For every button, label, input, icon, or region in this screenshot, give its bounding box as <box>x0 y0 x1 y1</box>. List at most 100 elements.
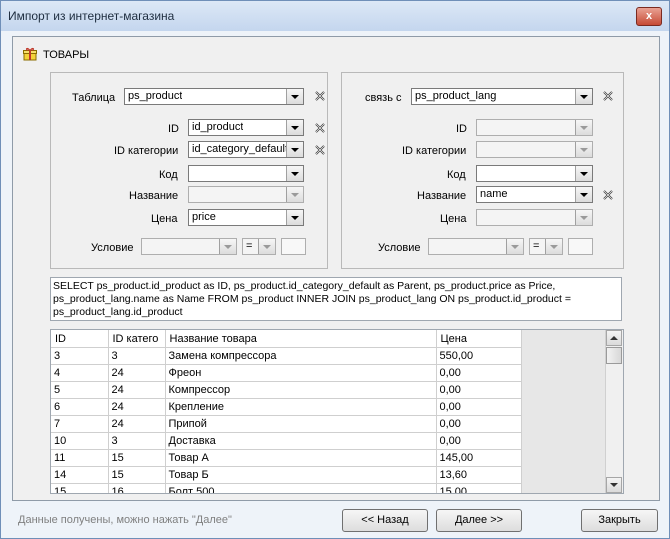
column-header-name[interactable]: Название товара <box>165 330 437 348</box>
table-select[interactable]: ps_product <box>124 88 304 105</box>
next-button[interactable]: Далее >> <box>436 509 522 532</box>
condition-label: Условие <box>91 242 134 254</box>
cell-category: 24 <box>108 398 166 416</box>
linked-condition-operator-select[interactable]: = <box>529 238 563 255</box>
linked-condition-field-select[interactable] <box>428 238 524 255</box>
cell-id: 11 <box>51 449 109 467</box>
cell-category: 24 <box>108 381 166 399</box>
chevron-down-icon[interactable] <box>575 210 592 225</box>
cell-name: Товар А <box>165 449 437 467</box>
name-label: Название <box>129 190 179 202</box>
cell-id: 15 <box>51 483 109 493</box>
back-button[interactable]: << Назад <box>342 509 428 532</box>
table-row[interactable]: 15 16 Болт 500 15,00 <box>51 483 522 493</box>
cell-name: Товар Б <box>165 466 437 484</box>
cell-id: 7 <box>51 415 109 433</box>
cell-price: 0,00 <box>436 381 522 399</box>
id-select[interactable]: id_product <box>188 119 304 136</box>
column-header-category[interactable]: ID катего <box>108 330 166 348</box>
cell-name: Компрессор <box>165 381 437 399</box>
table-row[interactable]: 4 24 Фреон 0,00 <box>51 364 522 382</box>
column-header-id[interactable]: ID <box>51 330 109 348</box>
cell-id: 14 <box>51 466 109 484</box>
cell-category: 24 <box>108 364 166 382</box>
linked-code-select[interactable] <box>476 165 593 182</box>
column-header-price[interactable]: Цена <box>436 330 522 348</box>
window-title: Импорт из интернет-магазина <box>8 9 175 23</box>
clear-table-icon[interactable] <box>314 90 326 102</box>
chevron-down-icon[interactable] <box>506 239 523 254</box>
linked-name-select[interactable]: name <box>476 186 593 203</box>
name-select[interactable] <box>188 186 304 203</box>
scroll-up-icon[interactable] <box>606 330 622 346</box>
table-row[interactable]: 11 15 Товар А 145,00 <box>51 449 522 467</box>
table-header-row: ID ID катего Название товара Цена <box>51 330 522 348</box>
cell-category: 3 <box>108 432 166 450</box>
cell-price: 550,00 <box>436 347 522 365</box>
chevron-down-icon[interactable] <box>219 239 236 254</box>
chevron-down-icon[interactable] <box>575 89 592 104</box>
link-table-select[interactable]: ps_product_lang <box>411 88 593 105</box>
scroll-down-icon[interactable] <box>606 477 622 493</box>
linked-category-select[interactable] <box>476 141 593 158</box>
id-label: ID <box>168 123 179 135</box>
title-bar[interactable]: Импорт из интернет-магазина x <box>1 1 669 31</box>
linked-condition-label: Условие <box>378 242 421 254</box>
cell-price: 15,00 <box>436 483 522 493</box>
condition-field-select[interactable] <box>141 238 237 255</box>
chevron-down-icon[interactable] <box>575 120 592 135</box>
chevron-down-icon[interactable] <box>258 239 275 254</box>
linked-price-label: Цена <box>440 213 467 225</box>
cell-name: Замена компрессора <box>165 347 437 365</box>
condition-operator-select[interactable]: = <box>242 238 276 255</box>
cell-id: 5 <box>51 381 109 399</box>
table-row[interactable]: 6 24 Крепление 0,00 <box>51 398 522 416</box>
clear-linked-name-icon[interactable] <box>602 189 614 201</box>
linked-code-label: Код <box>447 169 466 181</box>
category-label: ID категории <box>114 145 179 157</box>
chevron-down-icon[interactable] <box>286 187 303 202</box>
category-select[interactable]: id_category_default <box>188 141 304 158</box>
source-table-panel: Таблица ps_product ID id_product ID кате… <box>50 72 328 269</box>
cell-name: Фреон <box>165 364 437 382</box>
grid-empty-area <box>521 330 606 493</box>
cell-price: 145,00 <box>436 449 522 467</box>
clear-link-icon[interactable] <box>602 90 614 102</box>
scroll-thumb[interactable] <box>606 347 622 364</box>
condition-value-input[interactable] <box>281 238 306 255</box>
close-button[interactable]: Закрыть <box>581 509 658 532</box>
cell-name: Припой <box>165 415 437 433</box>
clear-id-icon[interactable] <box>314 122 326 134</box>
linked-price-select[interactable] <box>476 209 593 226</box>
chevron-down-icon[interactable] <box>286 166 303 181</box>
table-label: Таблица <box>72 92 116 104</box>
linked-id-select[interactable] <box>476 119 593 136</box>
status-text: Данные получены, можно нажать "Далее" <box>18 514 232 526</box>
chevron-down-icon[interactable] <box>575 187 592 202</box>
clear-category-icon[interactable] <box>314 144 326 156</box>
table-row[interactable]: 14 15 Товар Б 13,60 <box>51 466 522 484</box>
grid-vertical-scrollbar[interactable] <box>605 330 623 493</box>
chevron-down-icon[interactable] <box>286 210 303 225</box>
products-grid[interactable]: ID ID катего Название товара Цена 3 3 Заме… <box>50 329 624 494</box>
cell-id: 4 <box>51 364 109 382</box>
cell-category: 15 <box>108 449 166 467</box>
code-select[interactable] <box>188 165 304 182</box>
window-close-button[interactable]: x <box>636 7 662 26</box>
table-row[interactable]: 10 3 Доставка 0,00 <box>51 432 522 450</box>
chevron-down-icon[interactable] <box>575 142 592 157</box>
table-row[interactable]: 5 24 Компрессор 0,00 <box>51 381 522 399</box>
chevron-down-icon[interactable] <box>286 89 303 104</box>
sql-query-text[interactable]: SELECT ps_product.id_product as ID, ps_p… <box>50 277 622 321</box>
table-row[interactable]: 7 24 Припой 0,00 <box>51 415 522 433</box>
cell-category: 16 <box>108 483 166 493</box>
cell-price: 0,00 <box>436 432 522 450</box>
chevron-down-icon[interactable] <box>545 239 562 254</box>
table-row[interactable]: 3 3 Замена компрессора 550,00 <box>51 347 522 365</box>
gift-icon <box>23 47 37 61</box>
chevron-down-icon[interactable] <box>286 142 303 157</box>
price-select[interactable]: price <box>188 209 304 226</box>
linked-condition-value-input[interactable] <box>568 238 593 255</box>
chevron-down-icon[interactable] <box>286 120 303 135</box>
chevron-down-icon[interactable] <box>575 166 592 181</box>
